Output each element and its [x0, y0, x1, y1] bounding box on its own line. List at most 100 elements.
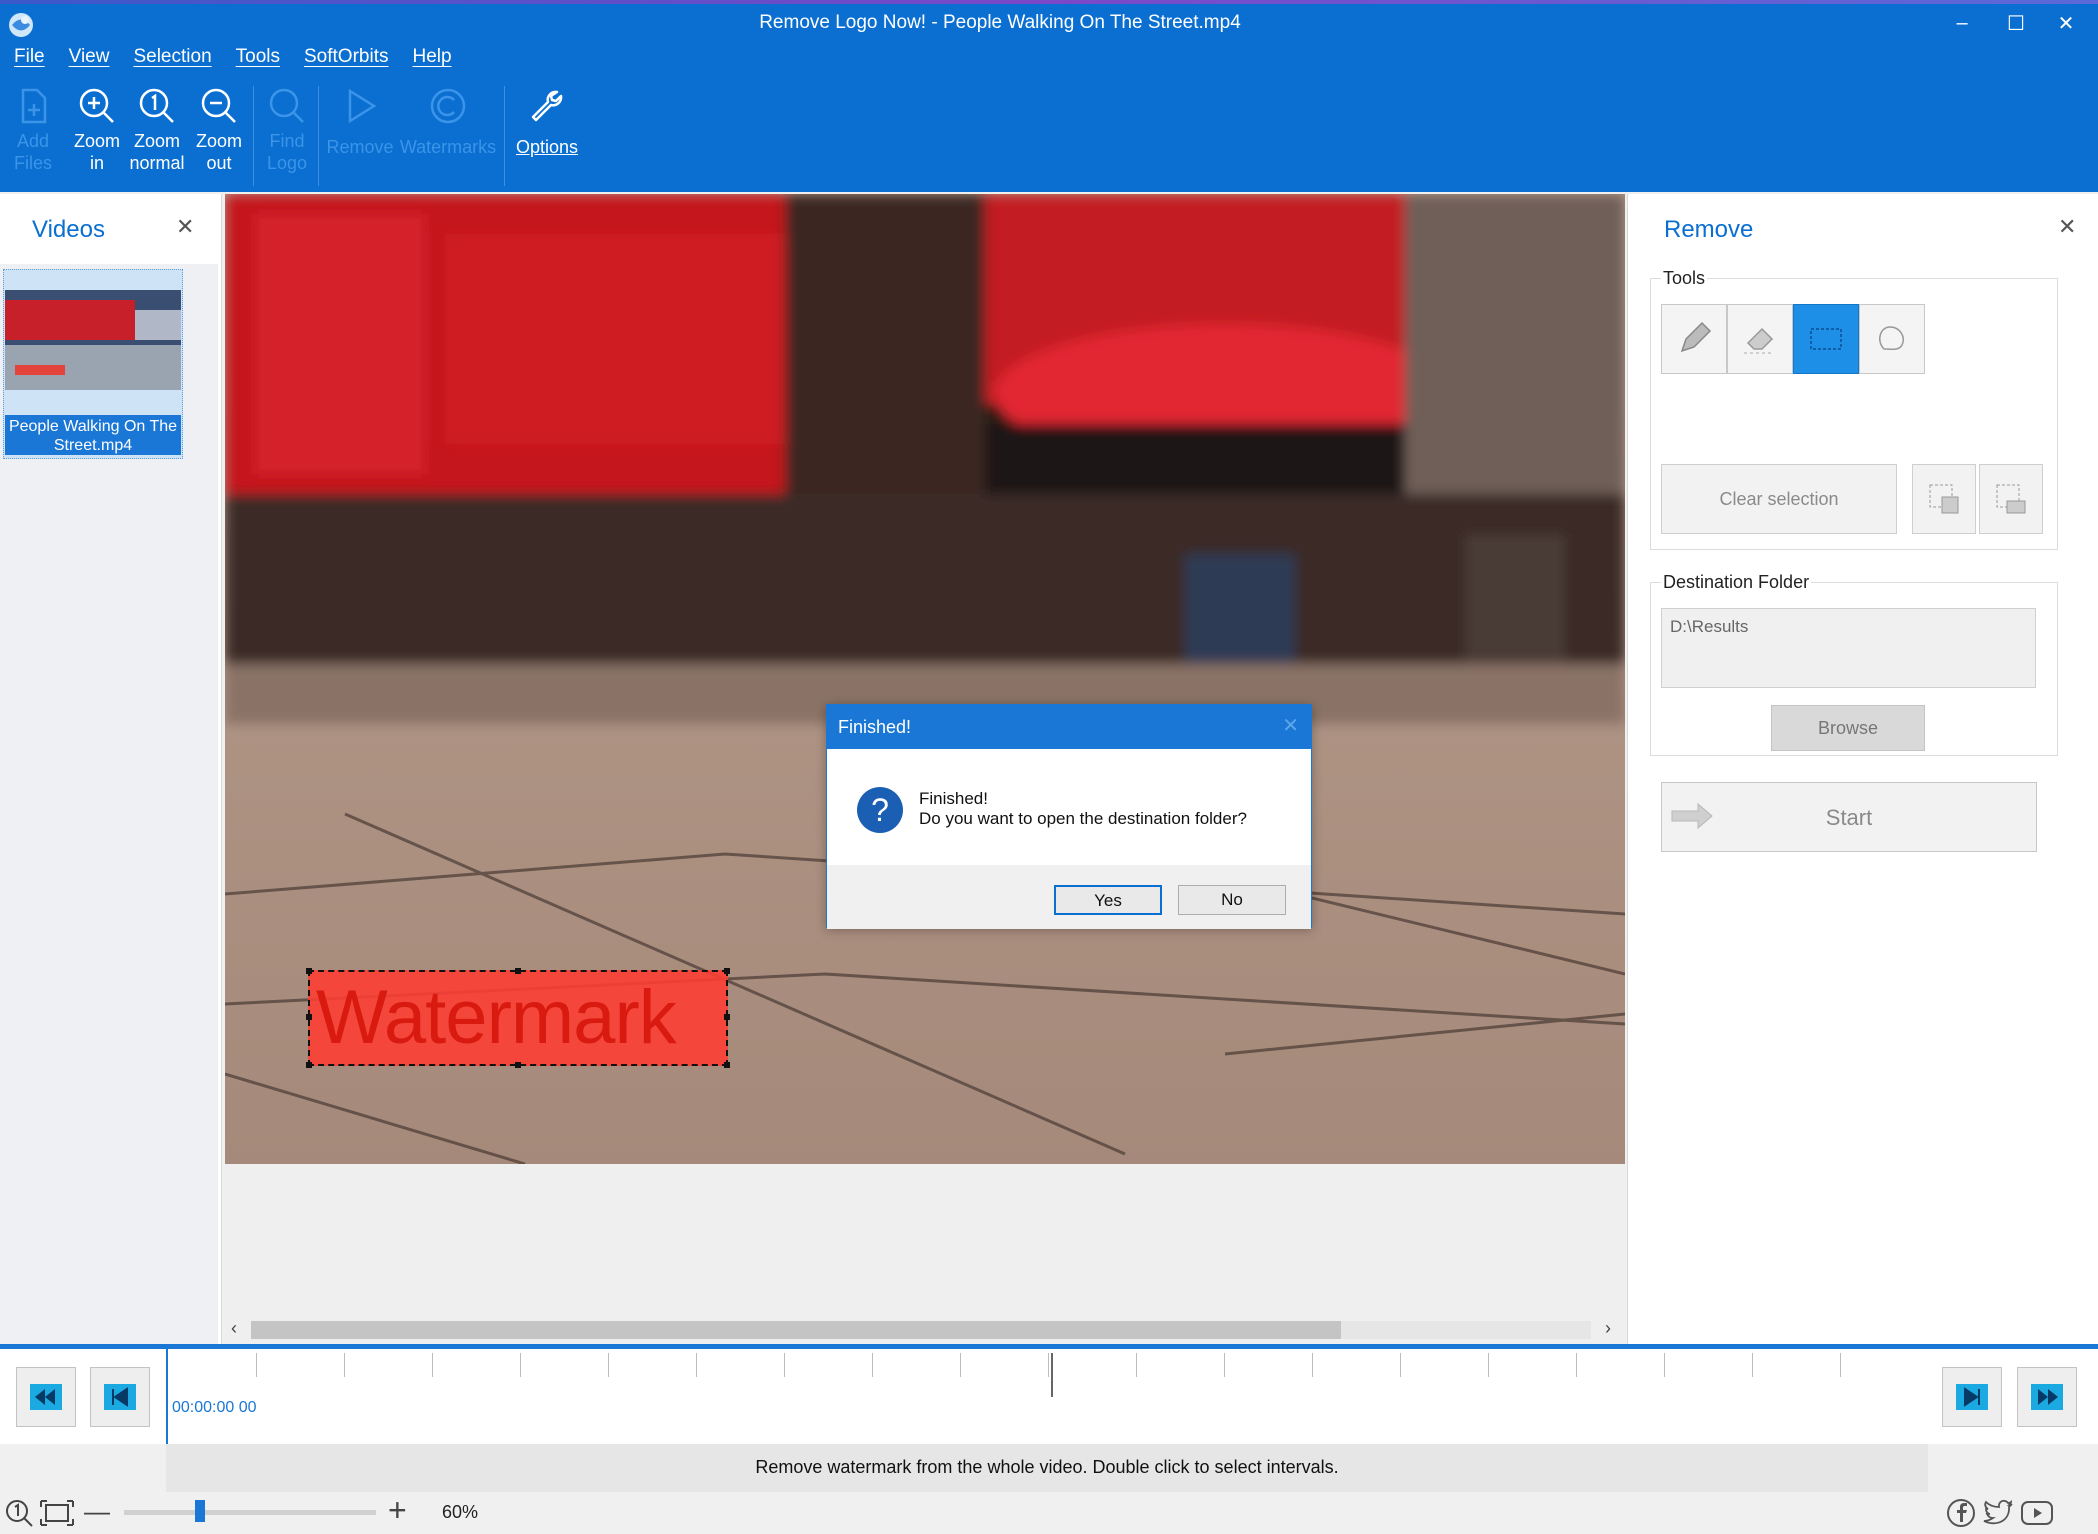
clear-selection-button[interactable]: Clear selection — [1661, 464, 1897, 534]
lasso-icon — [1879, 326, 1904, 351]
zoom-in-button[interactable]: Zoom in — [66, 80, 128, 190]
resize-handle[interactable] — [515, 1062, 521, 1068]
remove-button[interactable]: Remove — [324, 80, 396, 190]
timeline-tick — [1224, 1353, 1225, 1377]
timeline-tick — [1488, 1353, 1489, 1377]
step-back-icon — [104, 1384, 136, 1410]
watermarks-button[interactable]: Watermarks — [398, 80, 498, 190]
resize-handle[interactable] — [306, 1062, 312, 1068]
resize-handle[interactable] — [515, 968, 521, 974]
no-button[interactable]: No — [1178, 885, 1286, 915]
add-files-button[interactable]: Add Files — [2, 80, 64, 190]
menu-help[interactable]: Help — [412, 46, 451, 76]
title-stripe — [0, 0, 2098, 4]
zoom-slider-track[interactable] — [124, 1510, 376, 1515]
start-button[interactable]: Start — [1661, 782, 2037, 852]
scroll-right-icon[interactable]: › — [1605, 1318, 1611, 1339]
timeline-tick — [432, 1353, 433, 1377]
youtube-icon[interactable] — [2020, 1498, 2054, 1528]
video-list-item[interactable]: People Walking On The Street.mp4 — [3, 269, 183, 459]
video-frame[interactable]: Watermark — [225, 194, 1625, 1164]
menu-file[interactable]: File — [14, 46, 45, 76]
rectangle-tool-button[interactable] — [1793, 304, 1859, 374]
pencil-icon — [1680, 321, 1712, 353]
destination-folder-field[interactable]: D:\Results — [1661, 608, 2036, 688]
timeline-tick — [344, 1353, 345, 1377]
zoom-normal-small-icon[interactable] — [4, 1498, 34, 1528]
tools-row — [1661, 304, 1927, 374]
twitter-icon[interactable] — [1982, 1498, 2014, 1528]
minimize-button[interactable]: – — [1940, 6, 1984, 40]
resize-handle[interactable] — [724, 968, 730, 974]
pencil-tool-button[interactable] — [1661, 304, 1727, 374]
timeline-tick — [1840, 1353, 1841, 1377]
dialog-message-title: Finished! — [919, 789, 988, 808]
dialog-close-icon[interactable]: ✕ — [1282, 713, 1299, 738]
zoom-slider-thumb[interactable] — [194, 1500, 205, 1522]
dialog-message: Do you want to open the destination fold… — [919, 809, 1247, 828]
browse-button[interactable]: Browse — [1771, 705, 1925, 751]
next-frame-button[interactable] — [1942, 1367, 2002, 1427]
close-videos-panel-button[interactable]: ✕ — [176, 214, 194, 240]
watermarks-label: Watermarks — [399, 137, 497, 157]
menu-view[interactable]: View — [69, 46, 110, 76]
save-selection-button[interactable] — [1912, 464, 1976, 534]
close-window-button[interactable]: ✕ — [2044, 6, 2088, 40]
go-to-start-button[interactable] — [16, 1367, 76, 1427]
zoom-out-icon — [201, 88, 236, 123]
zoom-in-small-icon[interactable]: + — [388, 1492, 407, 1529]
watermark-text: Watermark — [316, 975, 677, 1060]
fast-forward-icon — [2031, 1384, 2063, 1410]
tools-label: Tools — [1661, 268, 1708, 289]
dialog-footer: Yes No — [827, 865, 1311, 929]
zoom-normal-button[interactable]: Zoom normal — [126, 80, 188, 190]
lasso-tool-button[interactable] — [1859, 304, 1925, 374]
start-label: Start — [1825, 805, 1873, 830]
go-to-end-button[interactable] — [2017, 1367, 2077, 1427]
close-remove-panel-button[interactable]: ✕ — [2058, 214, 2076, 240]
timeline-tick — [1048, 1353, 1049, 1377]
yes-button[interactable]: Yes — [1054, 885, 1162, 915]
horizontal-scrollbar[interactable]: ‹ › — [225, 1318, 1625, 1340]
dialog-titlebar: Finished! ✕ — [827, 705, 1311, 749]
zoom-out-small-icon[interactable]: — — [84, 1496, 110, 1527]
videos-header: Videos ✕ — [0, 194, 221, 264]
timeline-tick — [1312, 1353, 1313, 1377]
timeline-tick — [1576, 1353, 1577, 1377]
load-selection-button[interactable] — [1979, 464, 2043, 534]
watermark-selection[interactable]: Watermark — [306, 968, 730, 1068]
maximize-button[interactable]: ☐ — [1994, 6, 2038, 40]
options-button[interactable]: Options — [508, 80, 586, 190]
video-thumbnail — [5, 290, 181, 390]
remove-panel: Remove ✕ Tools Clear selection Destinati… — [1627, 194, 2098, 1344]
menu-selection[interactable]: Selection — [133, 46, 211, 76]
facebook-icon[interactable] — [1946, 1498, 1976, 1528]
rectangle-select-icon — [1810, 328, 1842, 350]
timeline-tick — [608, 1353, 609, 1377]
resize-handle[interactable] — [306, 1014, 312, 1020]
resize-handle[interactable] — [724, 1014, 730, 1020]
find-logo-button[interactable]: Find Logo — [256, 80, 318, 190]
timeline-ruler[interactable]: 00:00:00 00 — [166, 1349, 1952, 1444]
title-bar: Remove Logo Now! - People Walking On The… — [0, 0, 2098, 192]
options-label: Options — [515, 137, 579, 157]
timeline-tick — [960, 1353, 961, 1377]
previous-frame-button[interactable] — [90, 1367, 150, 1427]
scrollbar-thumb[interactable] — [251, 1321, 1341, 1339]
playhead[interactable] — [1051, 1353, 1053, 1397]
timecode: 00:00:00 00 — [172, 1399, 257, 1416]
videos-list: People Walking On The Street.mp4 — [0, 264, 218, 1344]
eraser-tool-button[interactable] — [1727, 304, 1793, 374]
fit-to-window-icon[interactable] — [40, 1500, 74, 1526]
menu-tools[interactable]: Tools — [236, 46, 280, 76]
scroll-left-icon[interactable]: ‹ — [231, 1318, 237, 1339]
zoom-normal-icon — [139, 88, 174, 123]
zoom-out-button[interactable]: Zoom out — [188, 80, 250, 190]
resize-handle[interactable] — [724, 1062, 730, 1068]
timeline: 00:00:00 00 — [0, 1344, 2098, 1444]
zoom-value: 60% — [442, 1502, 479, 1522]
destination-label: Destination Folder — [1661, 572, 1812, 593]
rewind-icon — [30, 1384, 62, 1410]
menu-softorbits[interactable]: SoftOrbits — [304, 46, 388, 76]
resize-handle[interactable] — [306, 968, 312, 974]
